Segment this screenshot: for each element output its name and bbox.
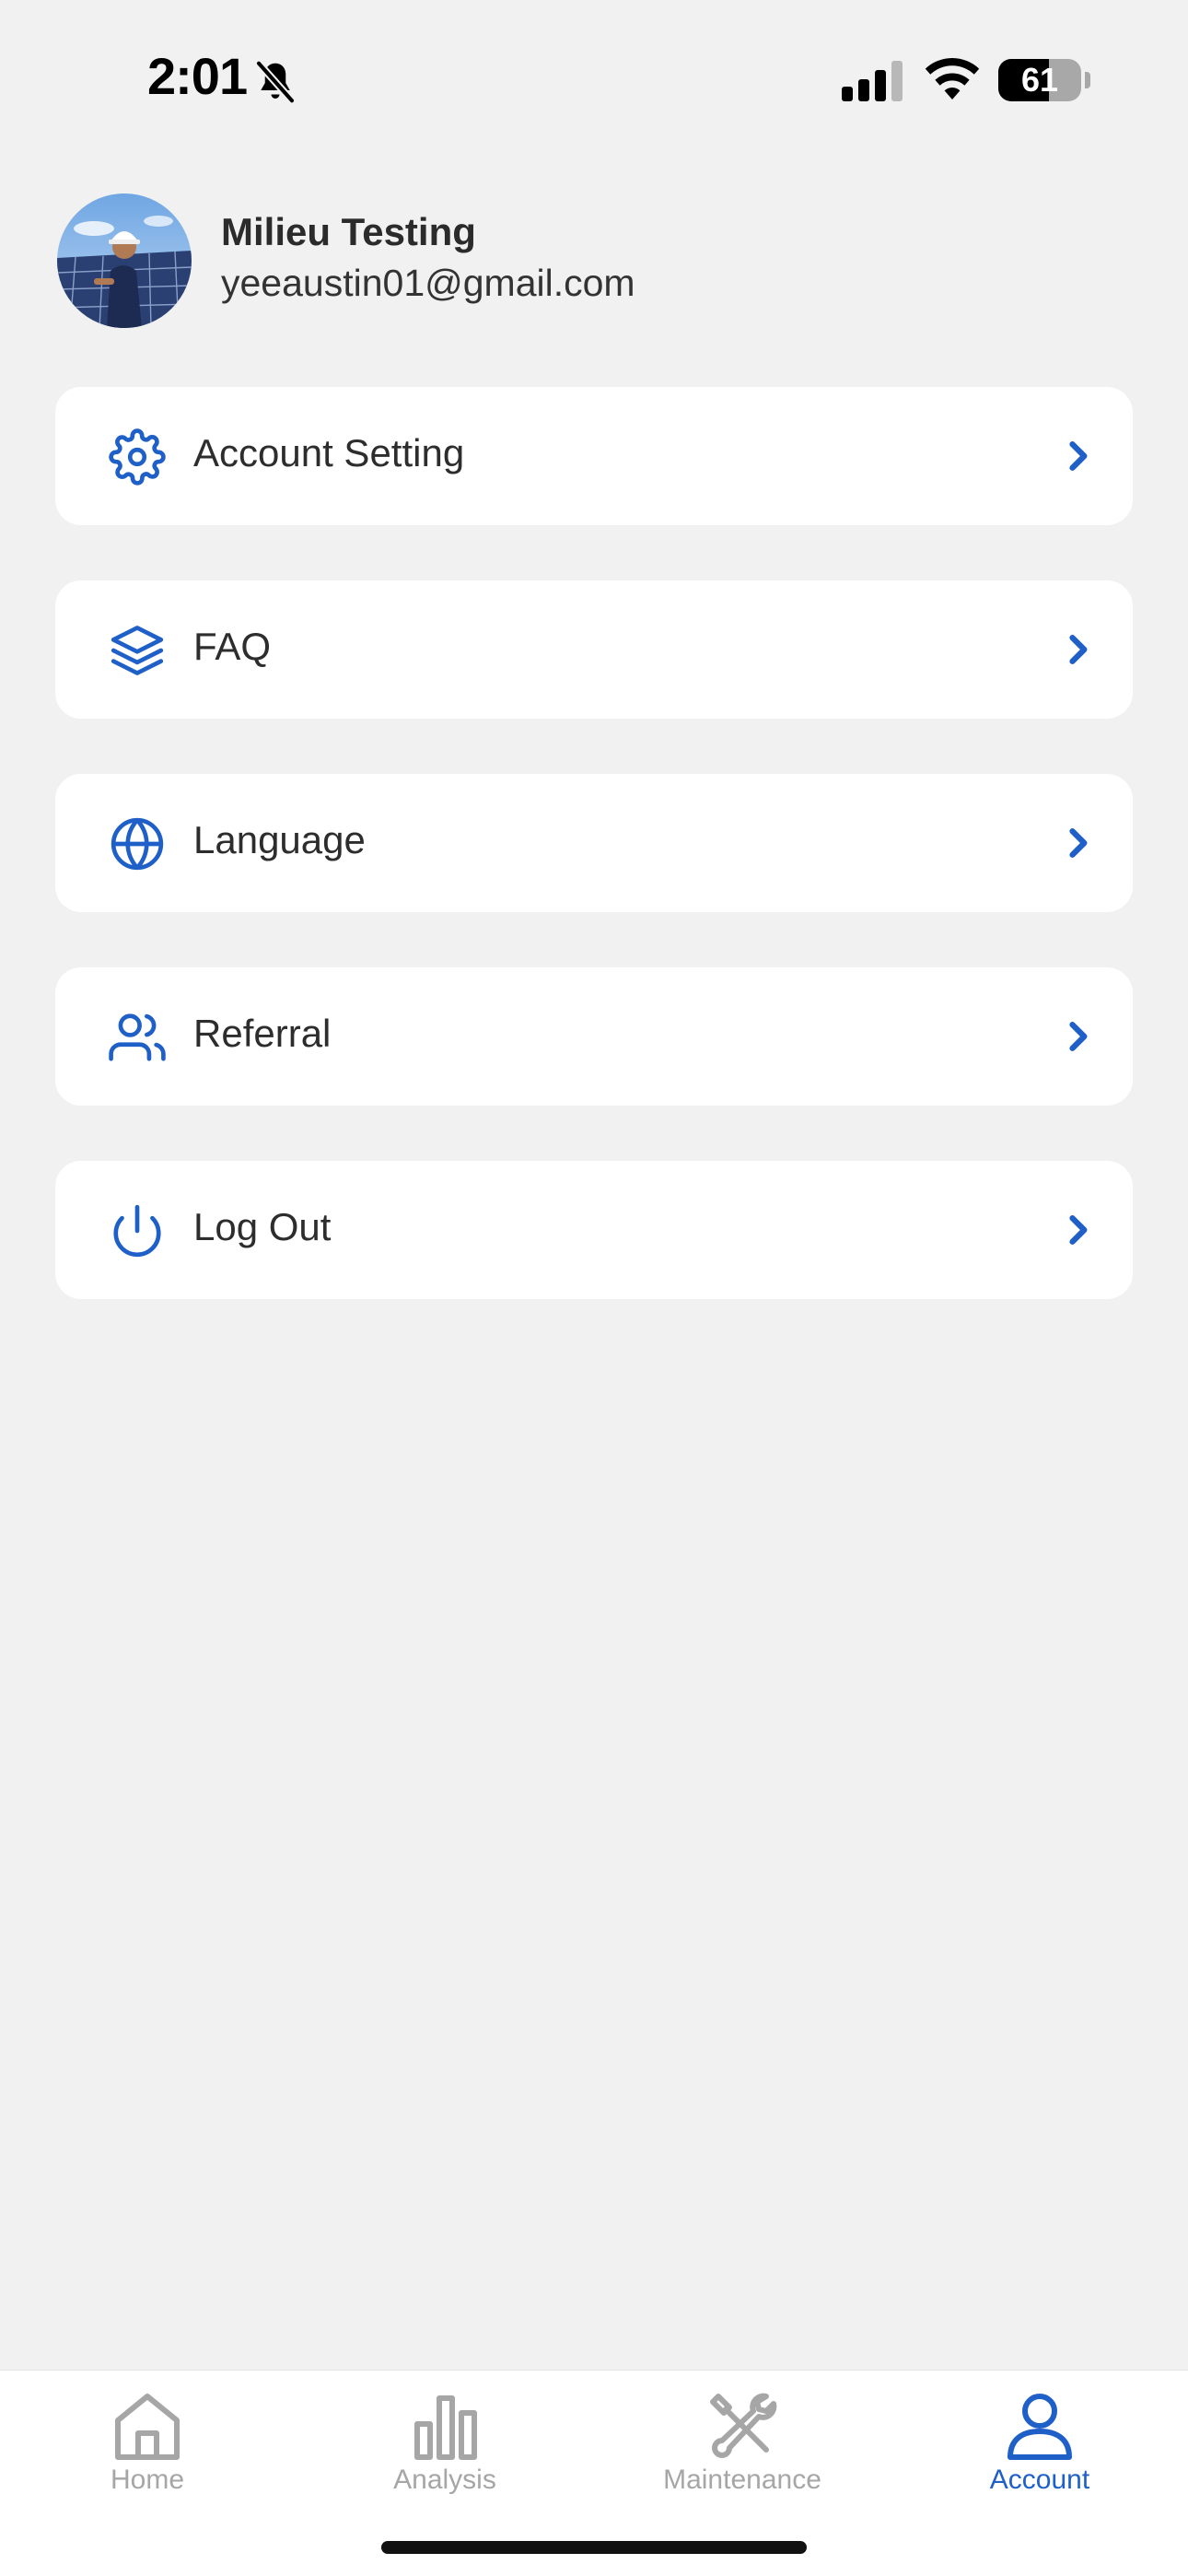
tab-maintenance[interactable]: Maintenance bbox=[641, 2391, 844, 2501]
tab-label: Maintenance bbox=[663, 2465, 821, 2495]
battery-cap bbox=[1085, 72, 1090, 88]
chevron-right-icon bbox=[1069, 441, 1088, 471]
chevron-right-icon bbox=[1069, 828, 1088, 858]
home-icon bbox=[115, 2394, 180, 2460]
menu-item-referral[interactable]: Referral bbox=[55, 967, 1133, 1106]
avatar-photo bbox=[57, 193, 192, 328]
user-icon bbox=[1007, 2394, 1072, 2460]
menu-item-label: Language bbox=[193, 818, 366, 861]
menu-item-label: Referral bbox=[193, 1012, 332, 1055]
menu-item-label: Account Setting bbox=[193, 431, 465, 474]
tab-account[interactable]: Account bbox=[938, 2391, 1141, 2501]
users-icon bbox=[109, 1013, 166, 1061]
tools-icon bbox=[710, 2393, 777, 2458]
bell-slash-icon bbox=[255, 61, 296, 103]
status-bar: 2:01 61 bbox=[0, 0, 1188, 157]
layers-icon bbox=[111, 626, 164, 675]
avatar[interactable] bbox=[57, 193, 192, 328]
chevron-right-icon bbox=[1069, 1215, 1088, 1245]
profile-header: Milieu Testing yeeaustin01@gmail.com bbox=[57, 193, 1135, 332]
battery-level: 61 bbox=[1020, 61, 1059, 99]
tab-label: Account bbox=[989, 2465, 1090, 2495]
bar-chart-icon bbox=[414, 2395, 477, 2460]
tab-home[interactable]: Home bbox=[46, 2391, 249, 2501]
tab-analysis[interactable]: Analysis bbox=[344, 2391, 546, 2501]
chevron-right-icon bbox=[1069, 1022, 1088, 1051]
menu-item-label: Log Out bbox=[193, 1205, 332, 1248]
account-screen: 2:01 61 Milieu Testing yeeaustin01@gmail… bbox=[0, 0, 1188, 2576]
tab-label: Analysis bbox=[393, 2465, 496, 2495]
home-indicator bbox=[381, 2541, 807, 2554]
menu-item-language[interactable]: Language bbox=[55, 774, 1133, 912]
menu-item-faq[interactable]: FAQ bbox=[55, 580, 1133, 719]
profile-name: Milieu Testing bbox=[221, 210, 476, 253]
profile-email: yeeaustin01@gmail.com bbox=[221, 262, 635, 304]
chevron-right-icon bbox=[1069, 635, 1088, 664]
power-icon bbox=[113, 1204, 161, 1258]
battery-indicator: 61 bbox=[998, 59, 1081, 101]
globe-icon bbox=[111, 817, 164, 871]
menu-item-label: FAQ bbox=[193, 625, 272, 668]
menu-item-account-setting[interactable]: Account Setting bbox=[55, 387, 1133, 525]
wifi-icon bbox=[925, 58, 980, 100]
status-time: 2:01 bbox=[147, 47, 248, 105]
gear-icon bbox=[109, 428, 166, 486]
tab-label: Home bbox=[110, 2465, 185, 2495]
menu-item-log-out[interactable]: Log Out bbox=[55, 1161, 1133, 1299]
signal-icon bbox=[842, 61, 903, 101]
